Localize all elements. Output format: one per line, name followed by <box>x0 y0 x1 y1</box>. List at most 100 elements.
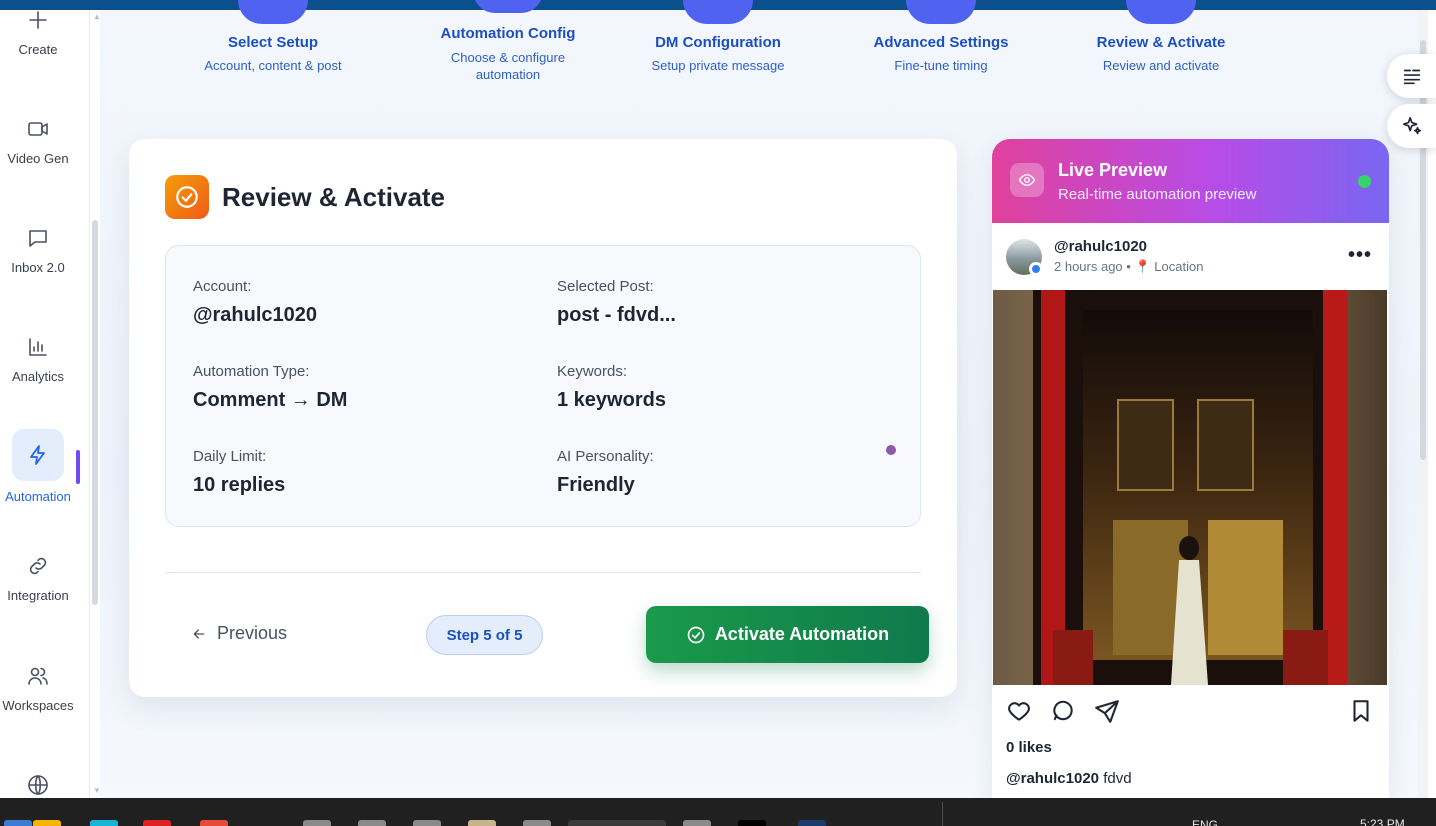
taskbar-app[interactable] <box>90 820 118 826</box>
comment-icon[interactable] <box>1050 698 1076 729</box>
step-subtitle: Choose & configure automation <box>450 50 566 82</box>
taskbar-app[interactable] <box>33 820 61 826</box>
preview-title: Live Preview <box>1058 160 1168 180</box>
step-indicator: Step 5 of 5 <box>426 615 543 655</box>
divider <box>165 572 921 573</box>
post-time: 2 hours ago <box>1054 259 1123 274</box>
field-label: Account: <box>193 278 252 295</box>
taskbar-app[interactable] <box>200 820 228 826</box>
users-icon <box>26 664 50 688</box>
eye-icon <box>1010 163 1044 197</box>
field-value: Friendly <box>557 474 635 496</box>
taskbar-app[interactable] <box>358 820 386 826</box>
avatar-badge <box>1029 262 1043 276</box>
step-title: Review & Activate <box>1096 34 1226 51</box>
meta-separator: • <box>1126 259 1131 274</box>
step-automation-config[interactable]: Automation Config Choose & configure aut… <box>418 0 598 83</box>
taskbar-app[interactable] <box>683 820 711 826</box>
taskbar-app[interactable] <box>738 820 766 826</box>
step-subtitle: Fine-tune timing <box>894 58 988 73</box>
taskbar-separator <box>942 802 943 826</box>
field-label: Automation Type: <box>193 363 310 380</box>
os-taskbar: ENG 5:23 PM <box>0 798 1436 826</box>
taskbar-app[interactable] <box>413 820 441 826</box>
live-preview-panel: Live Preview Real-time automation previe… <box>992 139 1389 798</box>
caption-username: @rahulc1020 <box>1006 770 1100 787</box>
field-selected-post: Selected Post: post - fdvd... <box>557 278 897 327</box>
taskbar-app[interactable] <box>798 820 826 826</box>
post-location: 📍 Location <box>1134 259 1204 274</box>
post-image <box>993 290 1387 685</box>
taskbar-app[interactable] <box>468 820 496 826</box>
sidebar-item-label: Inbox 2.0 <box>11 260 65 275</box>
active-indicator <box>76 450 80 484</box>
step-title: Advanced Settings <box>873 34 1009 51</box>
caption-text: fdvd <box>1103 770 1132 787</box>
taskbar-app[interactable] <box>4 820 32 826</box>
heart-icon[interactable] <box>1006 698 1032 729</box>
step-advanced-settings[interactable]: Advanced Settings Fine-tune timing <box>851 0 1031 74</box>
live-status-dot <box>1358 175 1371 188</box>
step-dm-configuration[interactable]: DM Configuration Setup private message <box>628 0 808 74</box>
post-username: @rahulc1020 <box>1054 238 1148 255</box>
sidebar-item-integration[interactable]: Integration <box>0 554 76 603</box>
sidebar-item-analytics[interactable]: Analytics <box>0 335 76 384</box>
sidebar-item-workspaces[interactable]: Workspaces <box>0 664 76 713</box>
plus-icon <box>26 8 50 32</box>
step-review-activate[interactable]: Review & Activate Review and activate <box>1071 0 1251 74</box>
field-label: Daily Limit: <box>193 448 267 465</box>
sidebar: Create Video Gen Inbox 2.0 Analytics Aut… <box>0 10 90 798</box>
sidebar-scrollbar[interactable] <box>92 220 98 605</box>
sidebar-item-label: Analytics <box>11 369 65 384</box>
step-title: DM Configuration <box>655 34 781 51</box>
bookmark-icon[interactable] <box>1348 698 1374 729</box>
step-subtitle: Account, content & post <box>204 58 342 73</box>
field-value: @rahulc1020 <box>193 304 318 326</box>
taskbar-app[interactable] <box>143 820 171 826</box>
sidebar-item-label: Create <box>18 42 58 57</box>
clock[interactable]: 5:23 PM <box>1360 817 1405 826</box>
step-title: Select Setup <box>227 34 319 51</box>
sidebar-item-create[interactable]: Create <box>0 8 76 57</box>
taskbar-app[interactable] <box>303 820 331 826</box>
field-label: AI Personality: <box>557 448 654 465</box>
post-meta: 2 hours ago • 📍 Location <box>1054 259 1203 275</box>
video-icon <box>26 117 50 141</box>
sidebar-item-label: Integration <box>7 588 69 603</box>
sidebar-item-video-gen[interactable]: Video Gen <box>0 117 76 166</box>
language-indicator[interactable]: ENG <box>1192 818 1218 826</box>
preview-subtitle: Real-time automation preview <box>1058 186 1257 203</box>
previous-button[interactable]: Previous <box>191 623 287 644</box>
field-ai-personality: AI Personality: Friendly <box>557 448 897 497</box>
likes-count: 0 likes <box>1006 739 1052 756</box>
notes-float-button[interactable] <box>1387 54 1436 98</box>
previous-label: Previous <box>217 623 288 643</box>
ai-sparkle-button[interactable] <box>1387 104 1436 148</box>
post-actions <box>1006 698 1120 729</box>
summary-box: Account: @rahulc1020 Selected Post: post… <box>165 245 921 527</box>
field-value: 10 replies <box>193 474 286 496</box>
taskbar-app-active[interactable] <box>568 820 666 826</box>
step-select-setup[interactable]: Select Setup Account, content & post <box>183 0 363 74</box>
sidebar-item-inbox[interactable]: Inbox 2.0 <box>0 226 76 275</box>
notes-icon <box>1403 69 1420 85</box>
more-options-icon[interactable]: ••• <box>1348 244 1372 267</box>
scroll-thumb[interactable] <box>1420 40 1426 460</box>
field-value: post - fdvd... <box>557 304 676 326</box>
sidebar-item-automation[interactable]: Automation <box>0 429 76 504</box>
post-caption: @rahulc1020 fdvd <box>1006 770 1132 787</box>
taskbar-app[interactable] <box>523 820 551 826</box>
field-label: Selected Post: <box>557 278 654 295</box>
bolt-icon <box>12 429 64 481</box>
step-subtitle: Setup private message <box>651 58 785 73</box>
activate-automation-button[interactable]: Activate Automation <box>646 606 929 663</box>
field-keywords: Keywords: 1 keywords <box>557 363 897 412</box>
send-icon[interactable] <box>1094 698 1120 729</box>
card-title: Review & Activate <box>222 181 446 212</box>
field-value: 1 keywords <box>557 389 666 411</box>
decorative-dot <box>886 445 896 455</box>
sidebar-item-label: Automation <box>5 489 71 504</box>
field-value: Comment → DM <box>193 389 348 411</box>
field-account: Account: @rahulc1020 <box>193 278 533 327</box>
sidebar-item-label: Workspaces <box>2 698 74 713</box>
